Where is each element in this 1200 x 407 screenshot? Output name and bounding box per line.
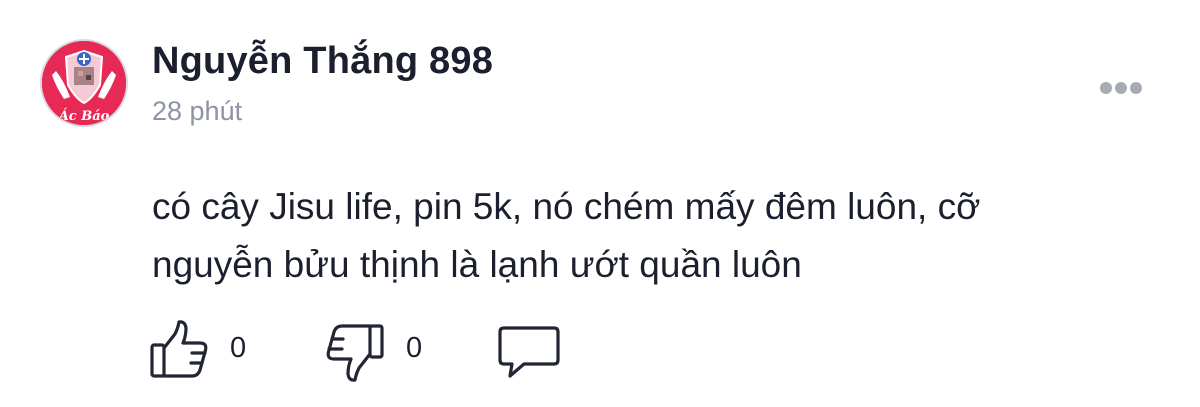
avatar[interactable]: Ác Báo: [40, 39, 128, 127]
dislike-count: 0: [406, 332, 423, 364]
more-dots-icon: [1130, 82, 1142, 94]
comment-timestamp: 28 phút: [152, 96, 243, 126]
reply-button[interactable]: [498, 318, 562, 384]
thumbs-down-icon: [326, 324, 384, 382]
dislike-button[interactable]: 0: [322, 318, 432, 384]
speech-bubble-icon: [498, 326, 560, 378]
thumbs-up-icon: [150, 320, 208, 378]
comment-author[interactable]: Nguyễn Thắng 898: [152, 40, 493, 83]
avatar-caption: Ác Báo: [57, 108, 110, 124]
comment-text: có cây Jisu life, pin 5k, nó chém mấy đê…: [152, 178, 1162, 294]
more-options-button[interactable]: [1096, 76, 1146, 100]
more-dots-icon: [1115, 82, 1127, 94]
comment-text-line: nguyễn bửu thịnh là lạnh ướt quần luôn: [152, 244, 802, 285]
comment-text-line: có cây Jisu life, pin 5k, nó chém mấy đê…: [152, 186, 981, 227]
comment-card: Ác Báo Nguyễn Thắng 898 28 phút có cây J…: [0, 0, 1200, 407]
like-count: 0: [230, 332, 247, 364]
like-button[interactable]: 0: [148, 318, 258, 384]
avatar-image: Ác Báo: [42, 41, 126, 125]
more-dots-icon: [1100, 82, 1112, 94]
